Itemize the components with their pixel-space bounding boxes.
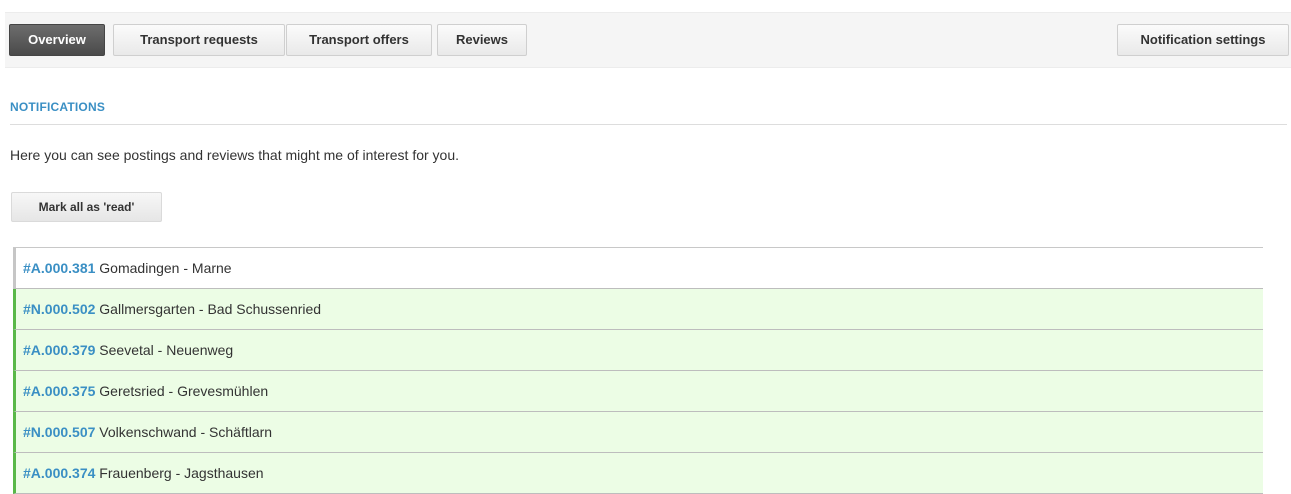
notification-route: Frauenberg - Jagsthausen <box>99 465 264 481</box>
top-toolbar: Overview Transport requests Transport of… <box>5 12 1291 68</box>
notification-settings-button[interactable]: Notification settings <box>1117 24 1289 56</box>
tab-transport-requests[interactable]: Transport requests <box>113 24 285 56</box>
notification-item[interactable]: #A.000.374 Frauenberg - Jagsthausen <box>13 453 1263 494</box>
notification-route: Geretsried - Grevesmühlen <box>99 383 269 399</box>
notification-ref-link[interactable]: #N.000.507 <box>23 424 95 440</box>
tab-overview[interactable]: Overview <box>9 24 105 56</box>
tab-transport-offers[interactable]: Transport offers <box>286 24 432 56</box>
notification-ref-link[interactable]: #A.000.374 <box>23 465 95 481</box>
notification-ref-link[interactable]: #A.000.375 <box>23 383 95 399</box>
notification-route: Seevetal - Neuenweg <box>99 342 234 358</box>
notification-route: Gomadingen - Marne <box>99 260 232 276</box>
intro-text: Here you can see postings and reviews th… <box>10 147 460 163</box>
notification-list: #A.000.381 Gomadingen - Marne #N.000.502… <box>13 247 1263 494</box>
notification-ref-link[interactable]: #A.000.381 <box>23 260 95 276</box>
section-divider <box>10 124 1287 125</box>
notification-item[interactable]: #N.000.507 Volkenschwand - Schäftlarn <box>13 412 1263 453</box>
notification-route: Gallmersgarten - Bad Schussenried <box>99 301 322 317</box>
notification-ref-link[interactable]: #N.000.502 <box>23 301 95 317</box>
section-title: NOTIFICATIONS <box>10 100 106 114</box>
tab-reviews[interactable]: Reviews <box>437 24 527 56</box>
notification-item[interactable]: #A.000.379 Seevetal - Neuenweg <box>13 330 1263 371</box>
notification-route: Volkenschwand - Schäftlarn <box>99 424 273 440</box>
notification-ref-link[interactable]: #A.000.379 <box>23 342 95 358</box>
notification-item[interactable]: #A.000.381 Gomadingen - Marne <box>13 248 1263 289</box>
mark-all-read-button[interactable]: Mark all as 'read' <box>11 192 162 222</box>
notification-item[interactable]: #N.000.502 Gallmersgarten - Bad Schussen… <box>13 289 1263 330</box>
notification-item[interactable]: #A.000.375 Geretsried - Grevesmühlen <box>13 371 1263 412</box>
